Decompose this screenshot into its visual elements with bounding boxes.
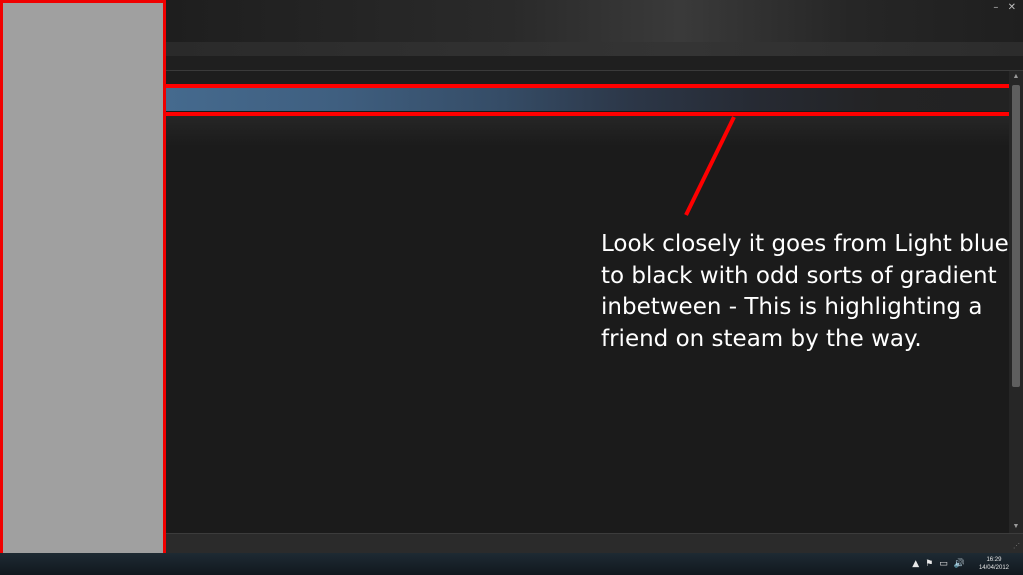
scroll-up-icon[interactable]: ▲: [1009, 71, 1023, 83]
taskbar-clock[interactable]: 16:29 14/04/2012: [979, 556, 1009, 572]
vertical-scrollbar[interactable]: ▲ ▼: [1009, 71, 1023, 533]
scroll-down-icon[interactable]: ▼: [1009, 521, 1023, 533]
flag-icon[interactable]: ⚑: [925, 559, 933, 569]
clock-date: 14/04/2012: [978, 565, 1009, 571]
windows-taskbar: ▲ ⚑ ▭ 🔊 16:29 14/04/2012: [0, 553, 1023, 575]
window-status-bar: [166, 533, 1023, 554]
speaker-icon[interactable]: 🔊: [954, 559, 965, 569]
resize-grip-icon[interactable]: ⋰: [1013, 543, 1021, 551]
chevron-up-icon[interactable]: ▲: [912, 559, 919, 569]
clock-time: 16:29: [986, 557, 1002, 563]
system-tray: ▲ ⚑ ▭ 🔊 16:29 14/04/2012: [912, 553, 1009, 575]
network-icon[interactable]: ▭: [939, 559, 948, 569]
annotation-text: Look closely it goes from Light blue to …: [601, 231, 1009, 352]
pointer-stroke: [684, 116, 736, 216]
scroll-thumb[interactable]: [1012, 85, 1020, 387]
